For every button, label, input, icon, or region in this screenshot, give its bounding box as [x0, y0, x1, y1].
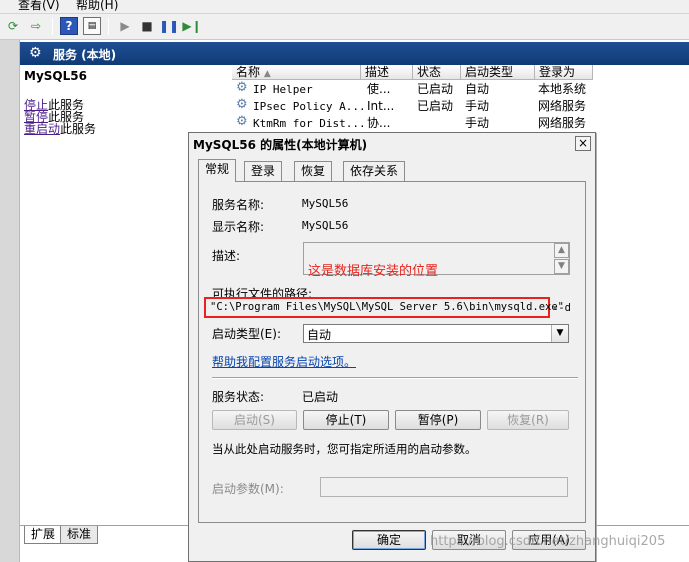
table-cell: 网络服务: [538, 99, 587, 113]
chevron-down-icon[interactable]: ▼: [551, 325, 568, 342]
service-status-label: 服务状态:: [212, 390, 265, 404]
menu-bar: 查看(V) 帮助(H): [0, 0, 689, 14]
annotation-note: 这是数据库安装的位置: [308, 264, 439, 279]
divider: [212, 377, 578, 379]
help-icon[interactable]: ?: [60, 17, 78, 35]
selected-service-name: MySQL56: [24, 69, 87, 83]
dialog-title-bar: MySQL56 的属性(本地计算机) ×: [189, 133, 595, 155]
table-cell: 手动: [465, 99, 490, 113]
executable-path-overflow: --d: [552, 302, 571, 314]
restart-icon[interactable]: ▶❙: [182, 17, 201, 35]
table-cell: Int...: [367, 99, 395, 113]
table-cell: 使...: [367, 82, 391, 96]
export-icon[interactable]: ⇨: [27, 17, 45, 35]
restart-service-link[interactable]: 重启动: [24, 122, 60, 136]
column-header-logon[interactable]: 登录为: [535, 65, 593, 80]
play-icon[interactable]: ▶: [116, 17, 134, 35]
table-cell: 本地系统: [538, 82, 587, 96]
scroll-up-icon[interactable]: ▲: [554, 243, 569, 258]
pane-header: ⚙ 服务 (本地): [20, 42, 689, 65]
stop-button[interactable]: 停止(T): [303, 410, 389, 430]
toolbar-separator: [52, 18, 53, 35]
table-cell: 协...: [367, 116, 391, 130]
display-name-value: MySQL56: [302, 219, 349, 232]
pane-title: 服务 (本地): [53, 48, 117, 62]
description-box[interactable]: ▲ ▼ 这是数据库安装的位置: [303, 242, 570, 279]
general-tab-panel: 服务名称: MySQL56 显示名称: MySQL56 描述: ▲ ▼ 这是数据…: [198, 181, 586, 523]
startup-type-label: 启动类型(E):: [212, 327, 281, 341]
column-header-name[interactable]: 名称 ▲: [232, 65, 361, 80]
scroll-down-icon[interactable]: ▼: [554, 259, 569, 274]
watermark: https://blog.csdn.net/zhanghuiqi205: [430, 534, 666, 549]
console-tree-edge: [0, 40, 20, 562]
display-name-label: 显示名称:: [212, 220, 265, 234]
stop-icon[interactable]: ■: [138, 17, 156, 35]
service-gear-icon: ⚙: [236, 80, 248, 95]
tab-general[interactable]: 常规: [198, 159, 237, 182]
service-gear-icon: ⚙: [236, 114, 248, 129]
menu-view[interactable]: 查看(V): [18, 0, 60, 13]
service-name-label: 服务名称:: [212, 198, 265, 212]
table-cell: 自动: [465, 82, 490, 96]
properties-icon[interactable]: ▤: [83, 17, 101, 35]
close-icon[interactable]: ×: [575, 136, 591, 151]
toolbar-separator: [108, 18, 109, 35]
tab-logon[interactable]: 登录: [244, 161, 283, 181]
menu-help[interactable]: 帮助(H): [76, 0, 118, 13]
table-cell: 手动: [465, 116, 490, 130]
properties-dialog: MySQL56 的属性(本地计算机) × 常规 登录 恢复 依存关系 服务名称:…: [188, 132, 596, 562]
startup-type-select[interactable]: 自动 ▼: [303, 324, 569, 343]
ok-button[interactable]: 确定: [352, 530, 426, 550]
table-row[interactable]: KtmRm for Dist...: [253, 115, 366, 132]
executable-path-value: "C:\Program Files\MySQL\MySQL Server 5.6…: [210, 301, 565, 313]
tab-dependencies[interactable]: 依存关系: [343, 161, 406, 181]
action-text: 此服务: [60, 122, 97, 136]
column-header-status[interactable]: 状态: [413, 65, 461, 80]
pause-icon[interactable]: ❚❚: [159, 17, 179, 35]
service-name-value: MySQL56: [302, 197, 349, 210]
description-label: 描述:: [212, 249, 241, 263]
tab-standard[interactable]: 标准: [60, 526, 99, 544]
table-row[interactable]: IPsec Policy A...: [253, 98, 366, 115]
start-params-hint: 当从此处启动服务时，您可指定所适用的启动参数。: [212, 442, 477, 456]
executable-path-highlight: "C:\Program Files\MySQL\MySQL Server 5.6…: [204, 297, 564, 318]
table-row[interactable]: IP Helper: [253, 81, 313, 98]
service-status-value: 已启动: [302, 390, 339, 404]
resume-button[interactable]: 恢复(R): [487, 410, 569, 430]
help-configure-link[interactable]: 帮助我配置服务启动选项。: [212, 353, 356, 370]
start-params-label: 启动参数(M):: [212, 482, 284, 496]
startup-type-value: 自动: [307, 328, 332, 342]
action-restart: 重启动此服务: [24, 120, 96, 137]
column-header-description[interactable]: 描述: [361, 65, 413, 80]
services-list: 名称 ▲ 描述 状态 启动类型 登录为 ⚙ IP Helper 使... 已启动…: [230, 65, 689, 140]
dialog-title: MySQL56 的属性(本地计算机): [193, 138, 368, 152]
toolbar: ⟳ ⇨ ? ▤ ▶ ■ ❚❚ ▶❙: [0, 14, 689, 40]
tab-recovery[interactable]: 恢复: [294, 161, 333, 181]
start-params-input[interactable]: [320, 477, 568, 497]
table-cell: 网络服务: [538, 116, 587, 130]
refresh-icon[interactable]: ⟳: [4, 17, 22, 35]
service-gear-icon: ⚙: [236, 97, 248, 112]
column-header-startup-type[interactable]: 启动类型: [461, 65, 535, 80]
table-cell: 已启动: [417, 82, 454, 96]
table-cell: 已启动: [417, 99, 454, 113]
pause-button[interactable]: 暂停(P): [395, 410, 481, 430]
services-gear-icon: ⚙: [29, 45, 42, 61]
tab-extended[interactable]: 扩展: [24, 526, 63, 544]
start-button[interactable]: 启动(S): [212, 410, 297, 430]
